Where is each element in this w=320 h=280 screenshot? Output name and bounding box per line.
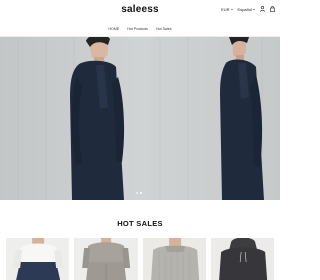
product-card[interactable] xyxy=(210,238,274,280)
section-title: HOT SALES xyxy=(117,219,163,228)
nav-item-hot-products[interactable]: Hot Products xyxy=(127,27,148,31)
bag-icon[interactable] xyxy=(270,6,275,12)
product-card[interactable] xyxy=(6,238,70,280)
hero-slider[interactable] xyxy=(0,37,280,200)
product-card[interactable] xyxy=(74,238,138,280)
slider-dot-active[interactable] xyxy=(140,192,142,194)
hero-image xyxy=(0,37,280,200)
currency-label: EUR xyxy=(221,6,230,12)
product-image xyxy=(6,238,70,280)
site-header: saleess EUR Español HOME Hot Products Ho… xyxy=(0,0,280,37)
chevron-down-icon xyxy=(230,8,233,10)
slider-dot[interactable] xyxy=(136,192,138,194)
language-selector[interactable]: Español xyxy=(238,7,255,12)
slider-dots xyxy=(136,192,142,194)
product-image xyxy=(210,238,274,280)
nav-item-home[interactable]: HOME xyxy=(108,27,119,31)
chevron-down-icon xyxy=(253,8,255,10)
main-nav: HOME Hot Products Hot Sales xyxy=(0,27,280,31)
currency-selector[interactable]: EUR xyxy=(221,6,233,12)
product-grid xyxy=(6,238,274,280)
user-icon[interactable] xyxy=(260,6,265,12)
nav-item-hot-sales[interactable]: Hot Sales xyxy=(156,27,172,31)
header-utilities: EUR Español xyxy=(221,6,275,12)
product-image xyxy=(74,238,138,280)
product-card[interactable] xyxy=(142,238,206,280)
language-label: Español xyxy=(237,6,252,12)
product-image xyxy=(142,238,206,280)
